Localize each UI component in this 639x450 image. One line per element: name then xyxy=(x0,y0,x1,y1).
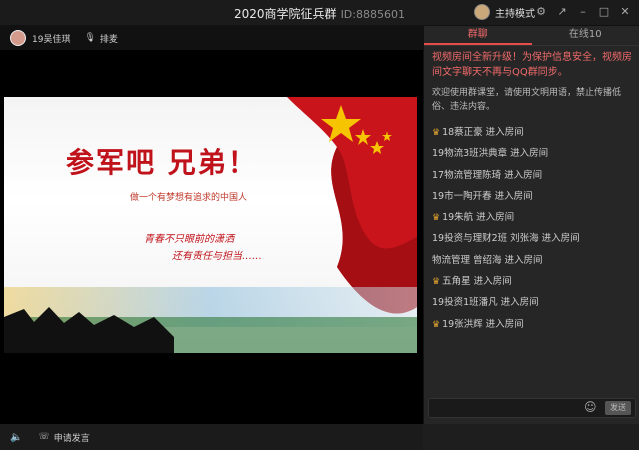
share-icon[interactable]: ↗ xyxy=(556,5,568,19)
speaker-avatar xyxy=(10,30,26,46)
group-id: ID:8885601 xyxy=(341,8,405,21)
chat-message-text: 19朱航 进入房间 xyxy=(442,212,514,223)
title-bar: 2020商学院征兵群 ID:8885601 主持模式 ⚙ ↗ – □ ✕ xyxy=(0,0,639,26)
host-avatar xyxy=(474,4,490,20)
group-name: 2020商学院征兵群 xyxy=(234,7,337,21)
emoji-icon[interactable]: ☺ xyxy=(584,400,597,414)
chat-message-text: 19市一陶开春 进入房间 xyxy=(432,191,533,202)
video-area: 19吴佳琪 🎙 排麦 参军吧 兄弟！ 做一个有梦想有追求的中国人 青春不只眼前的… xyxy=(0,26,423,424)
chat-message: ♛五角星 进入房间 xyxy=(432,271,633,292)
settings-icon[interactable]: ⚙ xyxy=(535,5,547,19)
chat-list: 视频房间全新升级！为保护信息安全，视频房间文字聊天不再与QQ群同步。 欢迎使用群… xyxy=(424,46,639,335)
crown-icon: ♛ xyxy=(432,128,440,138)
chat-message: 物流管理 曾绍海 进入房间 xyxy=(432,250,633,271)
chat-message: 19投资与理财2班 刘张海 进入房间 xyxy=(432,228,633,249)
slide-slogan-1: 青春不只眼前的潇洒 xyxy=(144,230,234,245)
host-mode-button[interactable]: 主持模式 xyxy=(474,4,535,20)
maximize-icon[interactable]: □ xyxy=(598,5,610,19)
crown-icon: ♛ xyxy=(432,320,440,330)
soldier-silhouette-image xyxy=(4,287,417,353)
mic-queue-button[interactable]: 排麦 xyxy=(100,32,118,45)
crown-icon: ♛ xyxy=(432,213,440,223)
chat-message-text: 19投资与理财2班 刘张海 进入房间 xyxy=(432,233,580,244)
chat-message-text: 18蔡正豪 进入房间 xyxy=(442,127,524,138)
chat-message-text: 19投资1班潘凡 进入房间 xyxy=(432,297,539,308)
chat-message-text: 17物流管理陈琦 进入房间 xyxy=(432,170,542,181)
tab-group-chat[interactable]: 群聊 xyxy=(424,26,532,45)
presentation-slide: 参军吧 兄弟！ 做一个有梦想有追求的中国人 青春不只眼前的潇洒 还有责任与担当…… xyxy=(4,97,417,353)
chat-input[interactable]: ☺ 发送 xyxy=(428,398,636,418)
crown-icon: ♛ xyxy=(432,277,440,287)
chat-message: ♛19朱航 进入房间 xyxy=(432,207,633,228)
minimize-icon[interactable]: – xyxy=(577,5,589,19)
send-button[interactable]: 发送 xyxy=(605,401,631,415)
speaker-bar: 19吴佳琪 🎙 排麦 xyxy=(0,26,423,50)
chat-message: 19市一陶开春 进入房间 xyxy=(432,186,633,207)
chat-message-text: 五角星 进入房间 xyxy=(442,276,512,287)
slide-title: 参军吧 兄弟！ xyxy=(66,141,258,181)
chat-message-text: 19张洪辉 进入房间 xyxy=(442,319,524,330)
chat-panel: 群聊 在线10 视频房间全新升级！为保护信息安全，视频房间文字聊天不再与QQ群同… xyxy=(423,26,639,424)
system-notice: 视频房间全新升级！为保护信息安全，视频房间文字聊天不再与QQ群同步。 xyxy=(432,50,633,80)
host-mode-label: 主持模式 xyxy=(495,5,535,20)
microphone-icon[interactable]: 🎙 xyxy=(84,33,95,43)
welcome-message: 欢迎使用群课堂，请使用文明用语，禁止传播低俗、违法内容。 xyxy=(432,86,633,114)
tab-online[interactable]: 在线10 xyxy=(532,26,639,45)
chat-message-text: 19物流3班洪典章 进入房间 xyxy=(432,148,548,159)
chat-message: 19物流3班洪典章 进入房间 xyxy=(432,143,633,164)
chat-message: ♛19张洪辉 进入房间 xyxy=(432,314,633,335)
speaker-name: 19吴佳琪 xyxy=(32,32,70,45)
chat-message: ♛18蔡正豪 进入房间 xyxy=(432,122,633,143)
chat-message: 19投资1班潘凡 进入房间 xyxy=(432,292,633,313)
apply-speak-button[interactable]: 申请发言 xyxy=(54,431,90,444)
phone-icon[interactable]: ☏ xyxy=(38,432,49,442)
slide-slogan-2: 还有责任与担当…… xyxy=(172,247,262,262)
chat-message-text: 物流管理 曾绍海 进入房间 xyxy=(432,255,543,266)
slide-subtitle: 做一个有梦想有追求的中国人 xyxy=(130,190,247,203)
control-bar: 🔈 ☏ 申请发言 xyxy=(0,424,423,450)
close-icon[interactable]: ✕ xyxy=(619,5,631,19)
speaker-volume-icon[interactable]: 🔈 xyxy=(10,432,22,443)
chat-message: 17物流管理陈琦 进入房间 xyxy=(432,165,633,186)
